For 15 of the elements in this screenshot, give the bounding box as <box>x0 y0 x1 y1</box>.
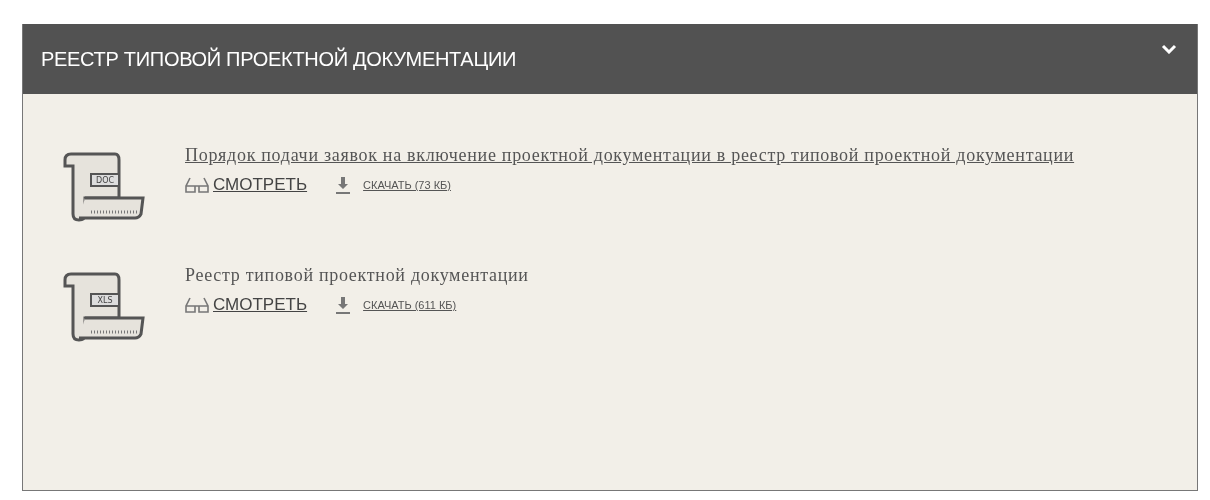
format-label: DOC <box>96 176 114 185</box>
download-link[interactable]: СКАЧАТЬ (611 КБ) <box>363 299 457 311</box>
format-label: XLS <box>97 296 113 305</box>
document-link[interactable]: Порядок подачи заявок на включение проектной документации в реестр типовой проектной документации <box>185 144 1075 167</box>
chevron-icon[interactable] <box>1161 44 1177 54</box>
glasses-icon <box>185 176 209 194</box>
download-link[interactable]: СКАЧАТЬ (73 КБ) <box>363 179 451 191</box>
panel-header[interactable]: РЕЕСТР ТИПОВОЙ ПРОЕКТНОЙ ДОКУМЕНТАЦИИ <box>23 24 1197 94</box>
glasses-icon <box>185 296 209 314</box>
view-link[interactable]: СМОТРЕТЬ <box>213 295 308 315</box>
document-title: Реестр типовой проектной документации <box>185 264 529 287</box>
download-icon <box>335 176 352 194</box>
panel-title: РЕЕСТР ТИПОВОЙ ПРОЕКТНОЙ ДОКУМЕНТАЦИИ <box>41 47 517 71</box>
download-icon <box>335 296 352 314</box>
view-link[interactable]: СМОТРЕТЬ <box>213 175 308 195</box>
